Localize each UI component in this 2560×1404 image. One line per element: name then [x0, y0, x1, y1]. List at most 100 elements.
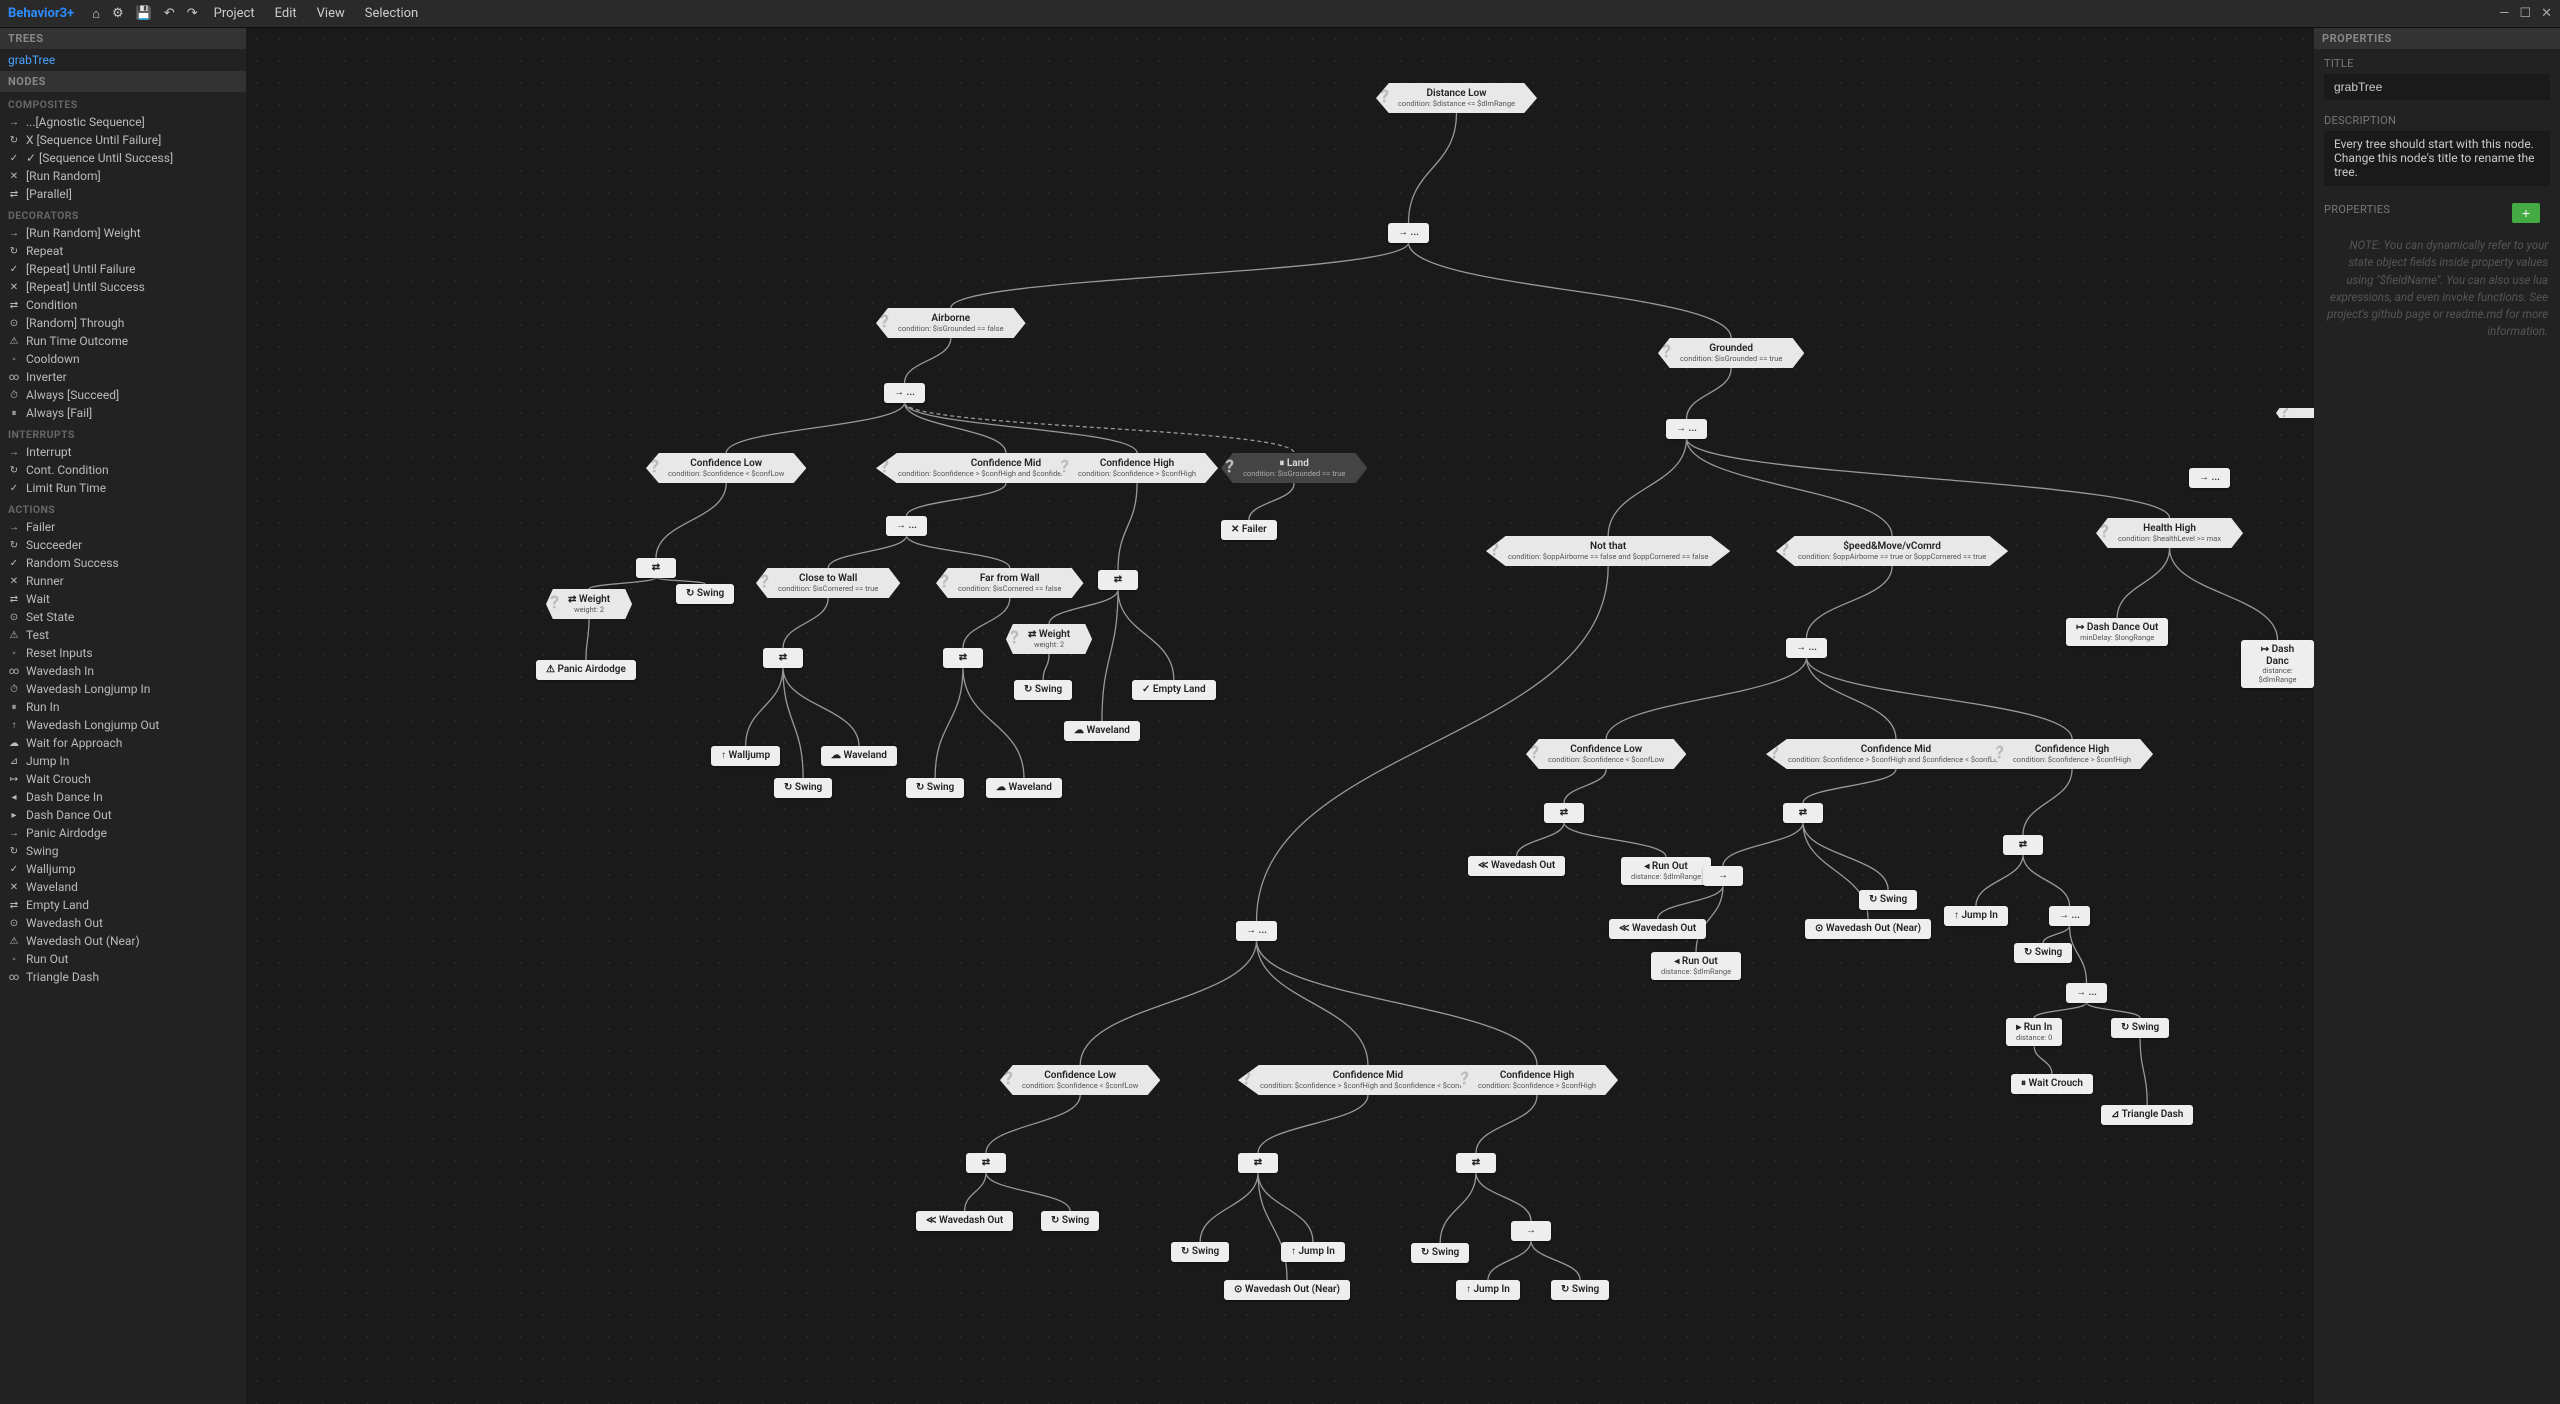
graph-node[interactable]: ⇄ [636, 558, 676, 578]
menu-selection[interactable]: Selection [365, 6, 418, 21]
close-icon[interactable]: ✕ [2541, 6, 2552, 21]
graph-node[interactable]: ?Confidence Highcondition: $confidence >… [1991, 739, 2153, 769]
decorator-item[interactable]: ⊙[Random] Through [0, 314, 246, 332]
action-item[interactable]: ↻Swing [0, 842, 246, 860]
add-property-button[interactable]: + [2512, 203, 2540, 223]
graph-node[interactable]: → ... [1666, 419, 1707, 439]
action-item[interactable]: ⏱Wavedash Longjump In [0, 680, 246, 698]
decorator-item[interactable]: →[Run Random] Weight [0, 224, 246, 242]
graph-node[interactable]: → ... [1786, 638, 1827, 658]
graph-node[interactable]: ⇄ [1544, 803, 1584, 823]
graph-node[interactable]: ↻ Swing [1551, 1280, 1609, 1300]
menu-edit[interactable]: Edit [275, 6, 297, 21]
decorator-item[interactable]: ∞Inverter [0, 368, 246, 386]
redo-icon[interactable]: ↷ [187, 6, 198, 21]
graph-node[interactable]: ◂ Run Outdistance: $dlmRange [1651, 952, 1741, 980]
composite-item[interactable]: ⇄[Parallel] [0, 185, 246, 203]
graph-node[interactable]: ⊙ Wavedash Out (Near) [1805, 919, 1931, 939]
graph-node[interactable]: → ... [884, 383, 925, 403]
decorator-item[interactable]: ↻Repeat [0, 242, 246, 260]
graph-node[interactable]: → ... [2189, 468, 2230, 488]
graph-node[interactable]: ?Confidence Midcondition: $confidence > … [1766, 739, 2026, 769]
interrupt-item[interactable]: ✓Limit Run Time [0, 479, 246, 497]
graph-node[interactable]: ↻ Swing [1411, 1243, 1469, 1263]
graph-node[interactable]: ?Health Highcondition: $healthLevel >= m… [2096, 518, 2243, 548]
decorator-item[interactable]: ⇄Condition [0, 296, 246, 314]
action-item[interactable]: ↦Wait Crouch [0, 770, 246, 788]
graph-node[interactable]: → [1511, 1221, 1551, 1241]
graph-node[interactable]: → ... [2049, 906, 2090, 926]
graph-node[interactable]: → ... [1236, 921, 1277, 941]
graph-node[interactable]: ≪ Wavedash Out [1609, 919, 1706, 939]
graph-node[interactable]: ?Not thatcondition: $oppAirborne == fals… [1486, 536, 1730, 566]
graph-node[interactable]: ↻ Swing [676, 584, 734, 604]
graph-node[interactable]: ?Distance Lowcondition: $distance <= $dl… [1376, 83, 1537, 113]
undo-icon[interactable]: ↶ [164, 6, 175, 21]
graph-node[interactable]: ↑ Jump In [1456, 1280, 1520, 1300]
menu-project[interactable]: Project [214, 6, 255, 21]
graph-node[interactable]: ?$peed&Move/vComrdcondition: $oppAirborn… [1776, 536, 2008, 566]
graph-node[interactable]: ?⇄ Weightweight: 2 [1006, 624, 1092, 654]
graph-node[interactable]: ↻ Swing [1171, 1242, 1229, 1262]
menu-view[interactable]: View [317, 6, 345, 21]
graph-node[interactable]: ↻ Swing [1014, 680, 1072, 700]
description-input[interactable] [2324, 131, 2550, 186]
graph-node[interactable]: ⇄ [1098, 570, 1138, 590]
graph-node[interactable]: ⇄ [1783, 803, 1823, 823]
home-icon[interactable]: ⌂ [92, 6, 100, 22]
graph-node[interactable]: ↻ Swing [906, 778, 964, 798]
graph-node[interactable]: ⏸ Wait Crouch [2011, 1074, 2093, 1094]
graph-node[interactable]: ≪ Wavedash Out [916, 1211, 1013, 1231]
action-item[interactable]: ⊙Wavedash Out [0, 914, 246, 932]
composite-item[interactable]: ✕[Run Random] [0, 167, 246, 185]
composite-item[interactable]: ✓✓ [Sequence Until Success] [0, 149, 246, 167]
action-item[interactable]: ⊿Jump In [0, 752, 246, 770]
action-item[interactable]: ⇄Wait [0, 590, 246, 608]
graph-node[interactable]: ⇄ [1238, 1153, 1278, 1173]
action-item[interactable]: ☁Wait for Approach [0, 734, 246, 752]
action-item[interactable]: ↻Succeeder [0, 536, 246, 554]
graph-node[interactable]: ↦ Dash Dance OutminDelay: $longRange [2066, 618, 2168, 646]
graph-node[interactable]: ⊿ Triangle Dash [2101, 1105, 2193, 1125]
graph-node[interactable]: ⚠ Panic Airdodge [536, 660, 636, 680]
graph-node[interactable]: ?⇄ Weightweight: 2 [546, 589, 632, 619]
graph-node[interactable]: ⇄ [2003, 835, 2043, 855]
interrupt-item[interactable]: →Interrupt [0, 443, 246, 461]
decorator-item[interactable]: ✓[Repeat] Until Failure [0, 260, 246, 278]
graph-node[interactable]: ⇄ [1456, 1153, 1496, 1173]
graph-node[interactable]: ↻ Swing [2111, 1018, 2169, 1038]
composite-item[interactable]: ↻X [Sequence Until Failure] [0, 131, 246, 149]
graph-node[interactable]: ?Confidence Lowcondition: $confidence < … [646, 453, 806, 483]
graph-node[interactable]: ↻ Swing [1859, 890, 1917, 910]
decorator-item[interactable]: ◦Cooldown [0, 350, 246, 368]
graph-node[interactable]: ⊙ Wavedash Out (Near) [1224, 1280, 1350, 1300]
graph-node[interactable]: ≪ Wavedash Out [1468, 856, 1565, 876]
graph-node[interactable]: ?Confidence Lowcondition: $confidence < … [1000, 1065, 1160, 1095]
graph-node[interactable]: ?Confidence Highcondition: $confidence >… [1456, 1065, 1618, 1095]
graph-node[interactable]: ? [2276, 408, 2314, 418]
action-item[interactable]: ◦Run Out [0, 950, 246, 968]
graph-node[interactable]: → [1703, 866, 1743, 886]
action-item[interactable]: ▸Dash Dance Out [0, 806, 246, 824]
graph-node[interactable]: ?Close to Wallcondition: $isCornered == … [756, 568, 900, 598]
interrupt-item[interactable]: ↻Cont. Condition [0, 461, 246, 479]
action-item[interactable]: ◂Dash Dance In [0, 788, 246, 806]
action-item[interactable]: ⚠Test [0, 626, 246, 644]
graph-node[interactable]: ?Confidence Lowcondition: $confidence < … [1526, 739, 1686, 769]
action-item[interactable]: ✕Runner [0, 572, 246, 590]
gear-icon[interactable]: ⚙ [112, 6, 124, 21]
graph-node[interactable]: ?Groundedcondition: $isGrounded == true [1658, 338, 1804, 368]
canvas[interactable]: ?Distance Lowcondition: $distance <= $dl… [246, 28, 2314, 1404]
tree-item-active[interactable]: grabTree [0, 49, 246, 71]
graph-node[interactable]: ↑ Jump In [1944, 906, 2008, 926]
graph-node[interactable]: ⇄ [943, 648, 983, 668]
graph-node[interactable]: ☁ Waveland [821, 746, 897, 766]
graph-node[interactable]: ↦ Dash Dancdistance: $dlmRange [2241, 640, 2314, 688]
graph-node[interactable]: ?Airbornecondition: $isGrounded == false [876, 308, 1026, 338]
graph-node[interactable]: ?Far from Wallcondition: $isCornered == … [936, 568, 1084, 598]
graph-node[interactable]: → ... [886, 516, 927, 536]
decorator-item[interactable]: ⏸Always [Fail] [0, 404, 246, 422]
graph-node[interactable]: ⇄ [966, 1153, 1006, 1173]
graph-node[interactable]: ↻ Swing [774, 778, 832, 798]
action-item[interactable]: ✕Waveland [0, 878, 246, 896]
